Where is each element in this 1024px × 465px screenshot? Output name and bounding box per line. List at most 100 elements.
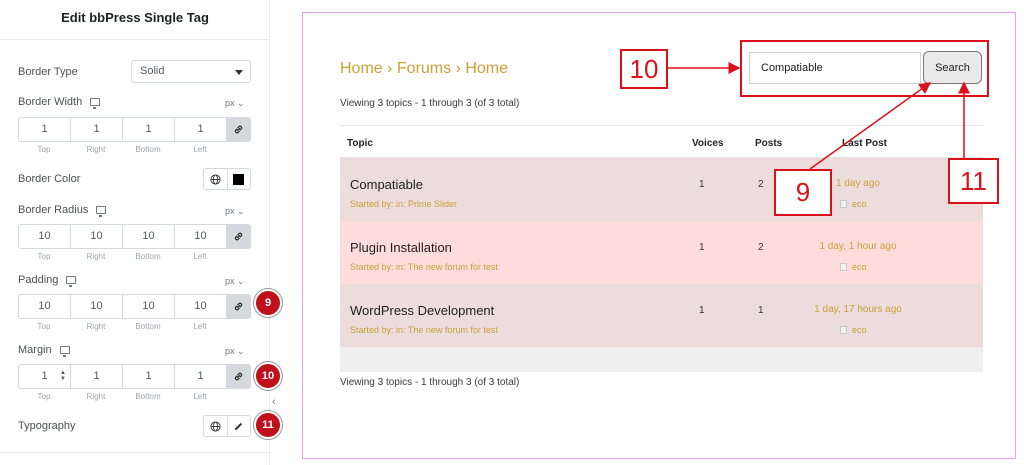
topic-meta[interactable]: Started by: in: Prime Slider	[350, 199, 457, 209]
border-width-unit[interactable]: px ⌄	[225, 98, 245, 109]
margin-unit[interactable]: px ⌄	[225, 346, 245, 357]
posts-count: 2	[758, 179, 764, 190]
last-post-time[interactable]: 1 day, 1 hour ago	[798, 241, 918, 252]
border-radius-left[interactable]: 10	[174, 224, 226, 249]
dim-label-right: Right	[86, 322, 106, 331]
col-voices: Voices	[692, 138, 724, 149]
dim-label-top: Top	[37, 145, 51, 154]
border-width-bottom[interactable]: 1	[122, 117, 174, 142]
link-values-button[interactable]	[226, 364, 251, 389]
margin-label: Margin	[18, 344, 70, 357]
preview-area: Home › Forums › Home Viewing 3 topics - …	[302, 12, 1016, 459]
dim-label-bottom: Bottom	[135, 392, 161, 401]
author-name: eco	[852, 325, 867, 335]
border-radius-top[interactable]: 10	[18, 224, 70, 249]
topic-title[interactable]: Plugin Installation	[350, 240, 452, 255]
padding-top[interactable]: 10	[18, 294, 70, 319]
padding-right[interactable]: 10	[70, 294, 122, 319]
dim-label-left: Left	[193, 392, 207, 401]
collapse-arrow-icon[interactable]: ‹	[272, 396, 276, 408]
padding-label: Padding	[18, 274, 77, 287]
border-width-right[interactable]: 1	[70, 117, 122, 142]
typography-label: Typography	[18, 420, 75, 432]
topic-meta[interactable]: Started by: in: The new forum for test	[350, 262, 498, 272]
annotation-badge-9: 9	[254, 289, 282, 317]
margin-top[interactable]: 1 ▲ ▼	[18, 364, 70, 389]
border-type-select[interactable]: Solid	[131, 60, 251, 83]
last-post-author[interactable]: eco	[840, 262, 867, 272]
dim-label-left: Left	[193, 145, 207, 154]
margin-right[interactable]: 1	[70, 364, 122, 389]
monitor-icon[interactable]	[90, 98, 101, 109]
col-last-post: Last Post	[842, 138, 888, 149]
posts-count: 1	[758, 305, 764, 316]
avatar	[840, 326, 847, 334]
global-typography-button[interactable]	[204, 416, 227, 436]
global-color-button[interactable]	[204, 169, 227, 189]
border-width-left[interactable]: 1	[174, 117, 226, 142]
dim-label-left: Left	[193, 252, 207, 261]
monitor-icon[interactable]	[66, 276, 77, 287]
callout-9: 9	[774, 169, 832, 216]
margin-left[interactable]: 1	[174, 364, 226, 389]
border-radius-right[interactable]: 10	[70, 224, 122, 249]
margin-label-text: Margin	[18, 344, 52, 356]
link-values-button[interactable]	[226, 224, 251, 249]
posts-count: 2	[758, 242, 764, 253]
avatar	[840, 200, 847, 208]
link-icon	[234, 125, 243, 134]
topic-title[interactable]: WordPress Development	[350, 303, 494, 318]
stepper-icon[interactable]: ▲ ▼	[60, 370, 66, 382]
border-width-label-text: Border Width	[18, 96, 83, 108]
dim-label-bottom: Bottom	[135, 322, 161, 331]
topics-table: Topic Voices Posts Last Post Compatiable…	[340, 125, 983, 372]
border-type-label-text: Border Type	[18, 66, 78, 78]
color-swatch	[233, 173, 245, 185]
link-icon	[234, 232, 243, 241]
topic-title[interactable]: Compatiable	[350, 177, 423, 192]
border-width-dim-labels: Top Right Bottom Left	[18, 145, 226, 154]
voices-count: 1	[699, 179, 705, 190]
padding-unit[interactable]: px ⌄	[225, 276, 245, 287]
typography-controls	[203, 415, 251, 437]
last-post-author[interactable]: eco	[840, 325, 867, 335]
last-post-time[interactable]: 1 day, 17 hours ago	[798, 304, 918, 315]
edit-typography-button[interactable]	[226, 416, 250, 436]
padding-dim-labels: Top Right Bottom Left	[18, 322, 226, 331]
border-width-unit-text: px	[225, 98, 235, 108]
border-radius-label-text: Border Radius	[18, 204, 89, 216]
link-values-button[interactable]	[226, 294, 251, 319]
breadcrumb[interactable]: Home › Forums › Home	[340, 60, 508, 78]
border-radius-dim-labels: Top Right Bottom Left	[18, 252, 226, 261]
table-footer	[340, 347, 983, 372]
voices-count: 1	[699, 242, 705, 253]
topic-meta[interactable]: Started by: in: The new forum for test	[350, 325, 498, 335]
annotation-badge-10: 10	[254, 362, 282, 390]
globe-icon	[210, 173, 221, 185]
table-row: WordPress Development Started by: in: Th…	[340, 284, 983, 347]
margin-bottom[interactable]: 1	[122, 364, 174, 389]
table-header: Topic Voices Posts Last Post	[340, 125, 983, 158]
divider	[0, 452, 270, 453]
monitor-icon[interactable]	[59, 346, 70, 357]
padding-bottom[interactable]: 10	[122, 294, 174, 319]
col-topic: Topic	[347, 138, 373, 149]
annotation-badge-11: 11	[254, 411, 282, 439]
link-values-button[interactable]	[226, 117, 251, 142]
padding-left[interactable]: 10	[174, 294, 226, 319]
link-icon	[234, 302, 243, 311]
border-width-top[interactable]: 1	[18, 117, 70, 142]
margin-dim-labels: Top Right Bottom Left	[18, 392, 226, 401]
table-row: Plugin Installation Started by: in: The …	[340, 221, 983, 284]
dim-label-bottom: Bottom	[135, 145, 161, 154]
dim-label-top: Top	[37, 252, 51, 261]
avatar	[840, 263, 847, 271]
typography-label-text: Typography	[18, 420, 76, 432]
color-picker-button[interactable]	[226, 169, 250, 189]
monitor-icon[interactable]	[96, 206, 107, 217]
border-radius-bottom[interactable]: 10	[122, 224, 174, 249]
padding-dimensions: 10 10 10 10	[18, 294, 251, 319]
last-post-author[interactable]: eco	[840, 199, 867, 209]
col-posts: Posts	[755, 138, 783, 149]
border-radius-unit[interactable]: px ⌄	[225, 206, 245, 217]
